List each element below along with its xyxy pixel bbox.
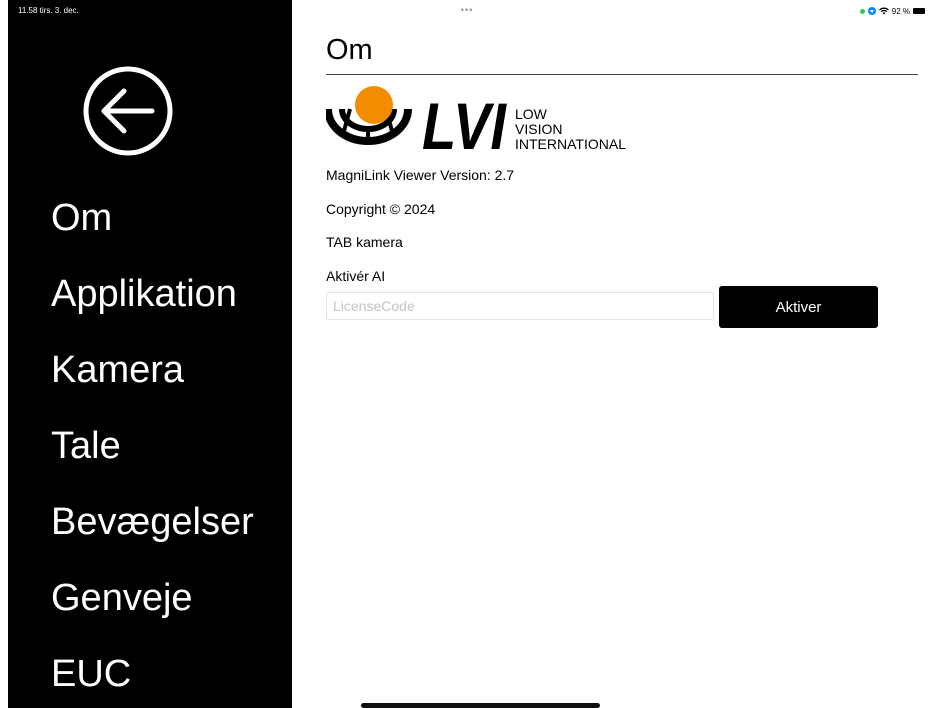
activate-button[interactable]: Aktiver <box>719 286 878 328</box>
page-title: Om <box>326 34 373 66</box>
back-button[interactable] <box>80 63 176 159</box>
sidebar-item-kamera[interactable]: Kamera <box>51 348 184 392</box>
sidebar-item-euc[interactable]: EUC <box>51 652 131 696</box>
copyright-text: Copyright © 2024 <box>326 201 436 217</box>
logo-line-international: INTERNATIONAL <box>515 136 626 152</box>
sidebar: Om Applikation Kamera Tale Bevægelser Ge… <box>8 0 292 708</box>
back-arrow-circle-icon <box>83 66 173 156</box>
logo-line-low: LOW <box>515 106 548 122</box>
home-indicator[interactable] <box>361 703 600 708</box>
sidebar-item-applikation[interactable]: Applikation <box>51 272 237 316</box>
lvi-logo-mark <box>326 86 412 145</box>
sidebar-item-om[interactable]: Om <box>51 196 112 240</box>
sidebar-item-bevaegelser[interactable]: Bevægelser <box>51 500 254 544</box>
title-divider <box>326 74 918 75</box>
about-panel: Om LVI LOW VISION INTERNATIONAL MagniLin… <box>326 0 918 708</box>
lvi-logo: LVI LOW VISION INTERNATIONAL <box>326 86 626 155</box>
license-code-input[interactable] <box>326 292 714 320</box>
camera-text: TAB kamera <box>326 234 403 250</box>
status-time-date: 11.58 tirs. 3. dec. <box>18 6 79 15</box>
sidebar-item-genveje[interactable]: Genveje <box>51 576 193 620</box>
logo-wordmark: LVI <box>422 89 507 155</box>
logo-line-vision: VISION <box>515 121 562 137</box>
version-text: MagniLink Viewer Version: 2.7 <box>326 167 515 183</box>
sidebar-item-tale[interactable]: Tale <box>51 424 121 468</box>
ai-activate-label: Aktivér AI <box>326 268 386 284</box>
